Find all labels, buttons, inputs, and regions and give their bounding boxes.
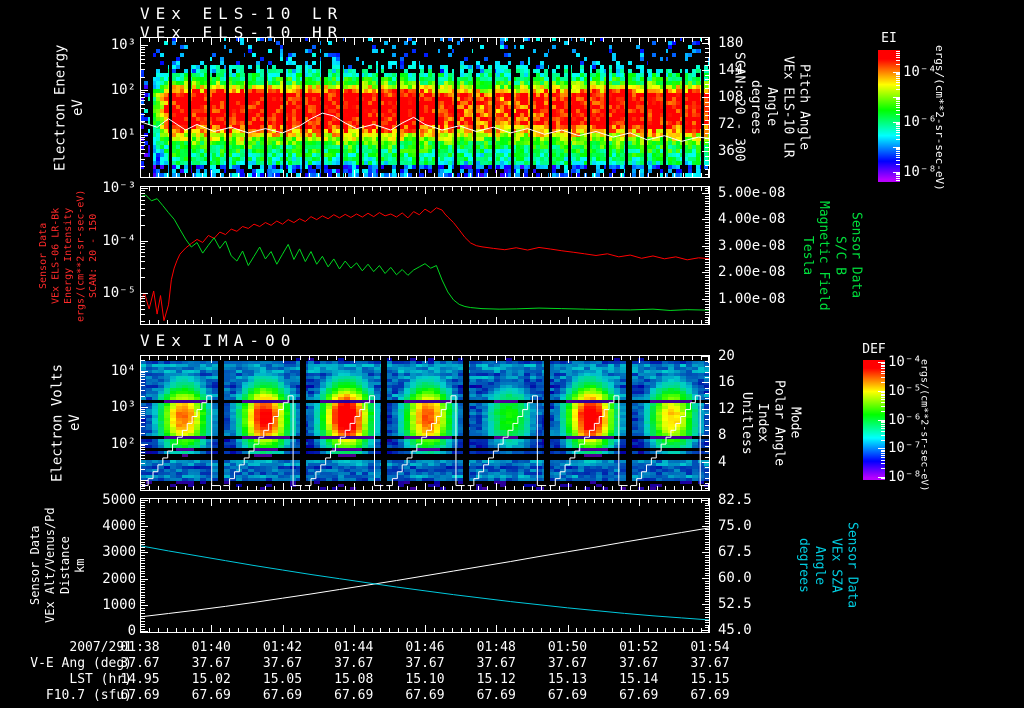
time-tick-label: 01:42: [262, 640, 303, 655]
vex-orbit-summary-plot: VEx ELS-10 LR VEx ELS-10 HR VEx IMA-00 E…: [0, 0, 1024, 708]
tick-label: 67.5: [718, 543, 752, 560]
tick-label: 1.00e-08: [718, 290, 786, 307]
table-cell: 14.95: [120, 672, 160, 687]
tick-label: 60.0: [718, 569, 752, 586]
table-cell: 67.69: [191, 688, 231, 703]
colorbar-tick-label: 10⁻⁷: [888, 440, 922, 457]
tick-label: 2.00e-08: [718, 264, 786, 281]
colorbar-tick-label: 10⁻⁴: [903, 64, 937, 80]
tick-label: 5.00e-08: [718, 184, 786, 201]
time-tick-label: 01:54: [690, 640, 730, 655]
tick-label: 16: [718, 374, 735, 391]
intensity-bfield-canvas: [140, 186, 710, 325]
ei-colorbar-title: EI: [881, 31, 897, 46]
table-cell: 37.67: [619, 656, 659, 671]
table-cell: 37.67: [476, 656, 516, 671]
tick-label: 1000: [102, 597, 136, 614]
tick-label: 3000: [102, 544, 136, 561]
table-cell: 37.67: [334, 656, 374, 671]
table-cell: 67.69: [476, 688, 516, 703]
tick-label: 8: [718, 427, 727, 444]
table-cell: 67.69: [547, 688, 588, 703]
tick-label: 3.00e-08: [718, 237, 786, 254]
tick-label: 10³: [110, 399, 136, 416]
table-cell: 15.05: [262, 672, 303, 687]
tick-label: 5000: [102, 491, 136, 508]
time-tick-label: 01:40: [191, 640, 231, 655]
tick-label: 82.5: [718, 491, 752, 508]
table-cell: 15.08: [334, 672, 374, 687]
table-cell: 15.02: [191, 672, 231, 687]
tick-label: 2000: [102, 570, 136, 587]
altitude-sza-canvas: [140, 498, 710, 633]
tick-label: 144: [718, 62, 744, 78]
tick-label: 10⁻³: [102, 179, 136, 196]
tick-label: 72: [718, 116, 735, 132]
tick-label: 75.0: [718, 517, 752, 534]
ei-colorbar-canvas: [878, 50, 900, 182]
tick-label: 10²: [110, 435, 136, 452]
table-cell: 67.69: [405, 688, 445, 703]
tick-label: 52.5: [718, 596, 752, 613]
panel2-yaxis-label: Sensor Data VEx ELS-06 LR-Bk Energy Inte…: [37, 189, 99, 322]
table-cell: 67.69: [619, 688, 659, 703]
tick-label: 20: [718, 347, 735, 364]
table-cell: 67.69: [690, 688, 730, 703]
panel1-right-axis-label: Pitch Angle VEx ELS-10 LR Angle degrees …: [731, 52, 812, 162]
time-tick-label: 01:44: [334, 640, 374, 655]
colorbar-tick-label: 10⁻⁸: [888, 469, 922, 486]
time-tick-label: 01:48: [476, 640, 516, 655]
colorbar-tick-label: 10⁻⁸: [903, 164, 937, 180]
colorbar-tick-label: 10⁻⁴: [888, 354, 922, 370]
ima-spectrogram-canvas: [140, 355, 710, 491]
time-tick-label: 01:38: [120, 640, 160, 655]
tick-label: 36: [718, 143, 735, 159]
tick-label: 0: [127, 623, 136, 640]
table-cell: 37.67: [120, 656, 160, 671]
time-tick-label: 01:46: [405, 640, 445, 655]
time-tick-label: 01:50: [547, 640, 588, 655]
colorbar-tick-label: 10⁻⁵: [888, 382, 922, 399]
tick-label: 4.00e-08: [718, 211, 786, 228]
tick-label: 10⁻⁴: [102, 232, 136, 249]
tick-label: 10⁴: [110, 362, 136, 379]
table-cell: 37.67: [262, 656, 303, 671]
time-tick-label: 01:52: [619, 640, 659, 655]
tick-label: 12: [718, 400, 735, 417]
table-cell: 37.67: [405, 656, 445, 671]
table-cell: 67.69: [334, 688, 374, 703]
tick-label: 10¹: [110, 127, 136, 144]
def-colorbar-canvas: [863, 360, 885, 480]
table-cell: 67.69: [120, 688, 160, 703]
colorbar-tick-label: 10⁻⁶: [903, 114, 937, 130]
panel2-right-axis-label: Sensor Data S/C B Magnetic Field Tesla: [799, 200, 864, 311]
tick-label: 4000: [102, 517, 136, 534]
panel1-yaxis-label: Electron Energy eV: [52, 44, 87, 171]
colorbar-tick-label: 10⁻⁶: [888, 411, 922, 428]
table-cell: 37.67: [191, 656, 231, 671]
tick-label: 180: [718, 35, 744, 51]
table-cell: 15.13: [547, 672, 588, 687]
panel3-title: VEx IMA-00: [140, 331, 297, 350]
panel1-title-lr: VEx ELS-10 LR: [140, 4, 344, 23]
table-cell: 37.67: [690, 656, 730, 671]
els-spectrogram-canvas: [140, 37, 710, 178]
table-cell: 67.69: [262, 688, 303, 703]
table-cell: 15.14: [619, 672, 659, 687]
table-cell: 37.67: [547, 656, 588, 671]
tick-label: 10⁻⁵: [102, 285, 136, 302]
table-cell: 15.15: [690, 672, 730, 687]
tick-label: 10²: [110, 82, 136, 99]
tick-label: 4: [718, 453, 727, 470]
table-cell: 15.12: [476, 672, 516, 687]
tick-label: 45.0: [718, 622, 752, 639]
tick-label: 10³: [110, 37, 136, 54]
table-cell: 15.10: [405, 672, 445, 687]
tick-label: 108: [718, 89, 744, 105]
